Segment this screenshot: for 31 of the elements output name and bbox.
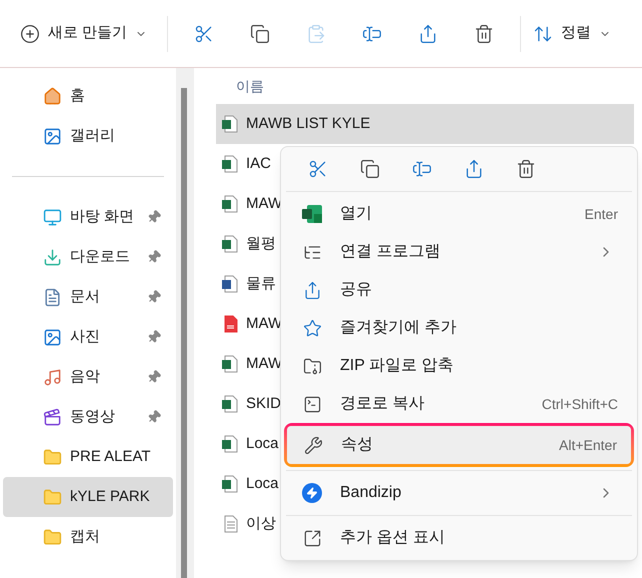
file-name: 월평 <box>246 234 276 254</box>
menu-label: ZIP 파일로 압축 <box>340 356 454 376</box>
shortcut-text: Alt+Enter <box>559 436 617 454</box>
sidebar-label: 홈 <box>70 86 86 106</box>
sidebar-label: 캡처 <box>70 526 101 547</box>
menu-label: Bandizip <box>340 483 402 503</box>
file-name: IAC <box>246 154 272 174</box>
sidebar-label: 다운로드 <box>70 246 131 267</box>
sidebar-label: 음악 <box>70 366 101 387</box>
sidebar-label: 동영상 <box>70 406 116 427</box>
shortcut-text: Enter <box>584 204 618 224</box>
menu-label: 추가 옵션 표시 <box>340 528 446 548</box>
sidebar-label: 바탕 화면 <box>70 206 136 227</box>
file-name: SKID <box>246 394 282 414</box>
sidebar-label: kYLE PARK <box>70 486 151 507</box>
menu-label: 속성 <box>341 435 374 455</box>
menu-label: 경로로 복사 <box>340 394 426 414</box>
sidebar-label: PRE ALEAT <box>70 446 152 467</box>
sidebar-label: 문서 <box>70 286 101 307</box>
sidebar-label: 갤러리 <box>70 126 116 146</box>
file-name: MAWB LIST KYLE <box>246 114 370 134</box>
sidebar-label: 사진 <box>70 326 101 347</box>
file-name: Loca <box>246 474 279 494</box>
file-name: 이상 <box>246 514 276 534</box>
menu-label: 즐겨찾기에 추가 <box>340 318 458 338</box>
menu-label: 연결 프로그램 <box>340 242 442 262</box>
file-name: Loca <box>246 434 279 454</box>
file-name: 물류 <box>246 274 276 294</box>
shortcut-text: Ctrl+Shift+C <box>542 394 618 414</box>
menu-label: 공유 <box>340 280 373 300</box>
menu-label: 열기 <box>340 204 373 224</box>
